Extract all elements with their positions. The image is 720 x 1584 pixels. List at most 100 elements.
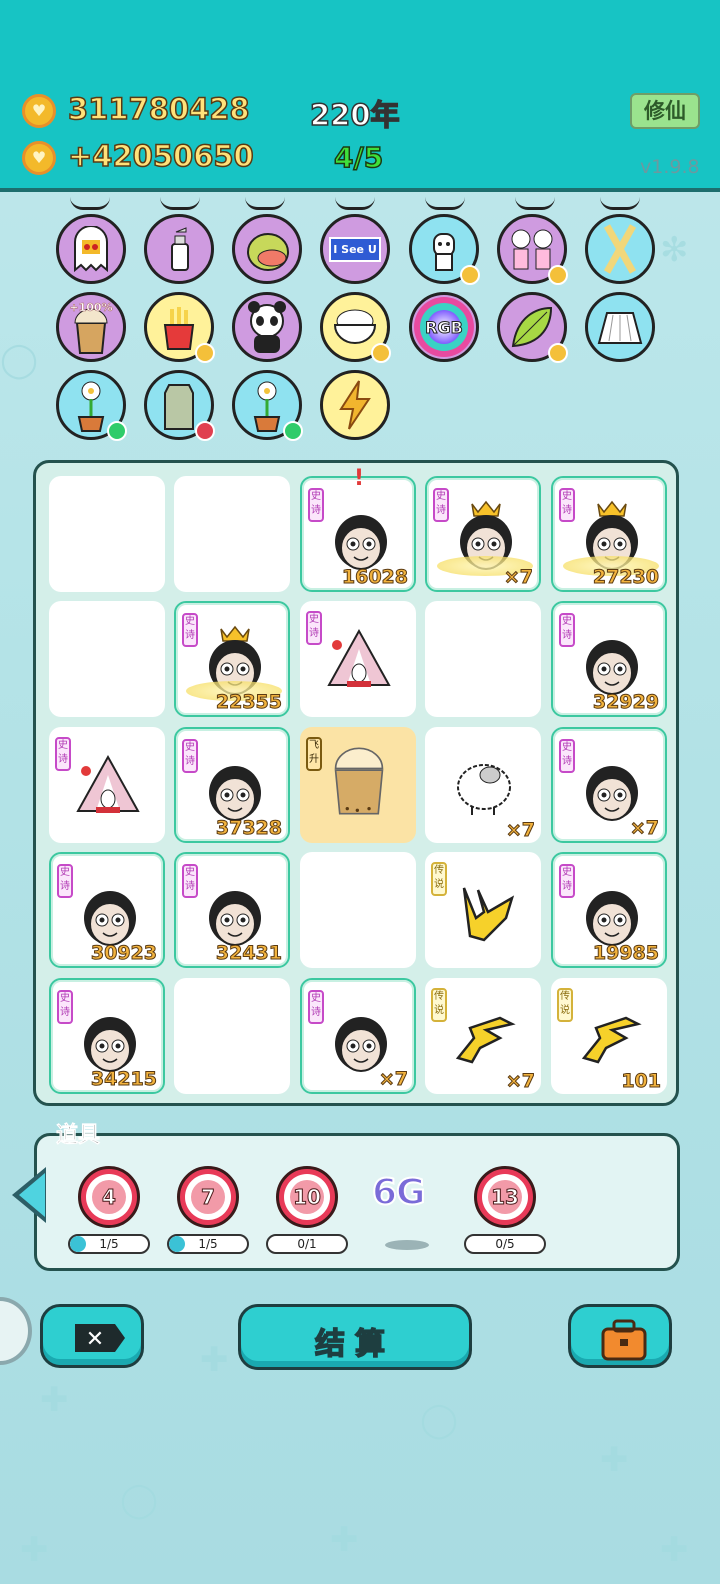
rarity-tag: 史诗 (308, 990, 324, 1024)
cell-value: 32431 (215, 942, 282, 965)
prop-progress-bar: 1/5 (167, 1234, 249, 1254)
item-rgb-ball[interactable]: RGB (409, 292, 479, 362)
bg-cross-icon: ✚ (600, 1440, 629, 1480)
partial-item-icon (600, 197, 640, 210)
empty-cell[interactable] (425, 601, 541, 717)
briefcase-icon (601, 1319, 647, 1361)
cultivate-button[interactable]: 修仙 (630, 93, 700, 129)
empty-cell[interactable] (174, 978, 290, 1094)
item-potted-flower[interactable] (56, 370, 127, 441)
heart-badge (548, 265, 568, 285)
face-icon (586, 766, 638, 821)
item-potted-flower[interactable] (232, 370, 303, 441)
side-menu-button[interactable] (0, 1297, 32, 1365)
target-ring: 4 (86, 1174, 132, 1220)
leaf-icon (511, 306, 553, 348)
rarity-tag: 史诗 (559, 739, 575, 773)
6g-shadow (385, 1240, 429, 1250)
husky-dog-icon (433, 233, 455, 271)
target-prop-7[interactable]: 7 (177, 1166, 239, 1228)
board-cell-hand2[interactable]: 传说 101 (551, 978, 667, 1094)
board-cell-face[interactable]: 史诗! 16028 (300, 466, 416, 592)
item-rice-sack[interactable] (144, 370, 215, 441)
props-label: 道具 (56, 1123, 101, 1149)
bag-button[interactable] (568, 1304, 672, 1368)
rarity-tag: 飞升 (306, 737, 322, 771)
board-cell-face[interactable]: 史诗 32929 (551, 601, 667, 717)
pointing-hand-icon (455, 1016, 516, 1064)
couple-figures-icon (511, 229, 553, 270)
6g-prop[interactable]: 6G (371, 1171, 427, 1214)
rarity-tag: 传说 (431, 988, 447, 1022)
board-cell-face[interactable]: 史诗 34215 (49, 978, 165, 1094)
progress-text: 1/5 (198, 1237, 218, 1251)
board-cell-face[interactable]: 史诗 19985 (551, 852, 667, 968)
item-husky-dog[interactable] (409, 214, 480, 285)
item-milk-tea-cup[interactable]: +100% (56, 292, 126, 362)
board-cell-face[interactable]: 史诗 30923 (49, 852, 165, 968)
item-i-see-u-sign[interactable]: I See U (320, 214, 390, 284)
cell-value: ×7 (629, 817, 659, 840)
item-rice-bowl[interactable] (320, 292, 391, 363)
target-prop-13[interactable]: 13 (474, 1166, 536, 1228)
pleated-skirt-icon (597, 312, 643, 344)
item-couple-figures[interactable] (497, 214, 568, 285)
board-cell-face-crown[interactable]: 史诗 22355 (174, 601, 290, 717)
empty-cell[interactable] (49, 476, 165, 592)
bg-snowflake-icon: ✻ (660, 230, 689, 270)
item-crossed-sticks[interactable] (585, 214, 655, 284)
board-cell-face[interactable]: 史诗 32431 (174, 852, 290, 968)
red-badge (195, 421, 215, 441)
board-cell-hand[interactable]: 传说 (425, 852, 541, 968)
item-panda[interactable] (232, 292, 302, 362)
face-icon (209, 891, 261, 946)
rock-hand-icon (462, 887, 515, 942)
board-cell-cup[interactable]: 飞升 (300, 727, 416, 843)
cell-value: 32929 (592, 691, 659, 714)
face-icon (335, 515, 387, 570)
lives-counter: 4/5 (333, 140, 384, 175)
target-number: 10 (290, 1180, 324, 1214)
settle-button[interactable]: 结算 (238, 1304, 472, 1370)
rarity-tag: 传说 (431, 862, 447, 896)
board-cell-sheep[interactable]: ×7 (425, 727, 541, 843)
board-cell-face-crown[interactable]: 史诗 27230 (551, 476, 667, 592)
item-spray-bottle[interactable] (144, 214, 214, 284)
item-ghost[interactable] (56, 214, 126, 284)
item-label: I See U (329, 236, 381, 262)
target-prop-4[interactable]: 4 (78, 1166, 140, 1228)
board-cell-tent[interactable]: 史诗 (300, 601, 416, 717)
empty-cell[interactable] (49, 601, 165, 717)
coin-income: +42050650 (67, 138, 254, 174)
discard-button[interactable]: ✕ (40, 1304, 144, 1368)
cell-value: ×7 (505, 1070, 535, 1093)
close-tag-icon: ✕ (75, 1324, 125, 1352)
board-cell-face[interactable]: 史诗 37328 (174, 727, 290, 843)
empty-cell[interactable] (300, 852, 416, 968)
top-status-bar: ♥ 311780428 ♥ +42050650 220年 4/5 修仙 v1.9… (0, 0, 720, 192)
empty-cell[interactable] (174, 476, 290, 592)
target-prop-10[interactable]: 10 (276, 1166, 338, 1228)
target-number: 13 (488, 1180, 522, 1214)
item-leaf[interactable] (497, 292, 568, 363)
rarity-tag: 史诗 (55, 737, 71, 771)
item-pleated-skirt[interactable] (585, 292, 655, 362)
heart-badge (548, 343, 568, 363)
cell-value: 34215 (90, 1068, 157, 1091)
board-cell-face-crown[interactable]: 史诗 ×7 (425, 476, 541, 592)
item-lightning[interactable] (320, 370, 390, 440)
board-cell-hand2[interactable]: 传说 ×7 (425, 978, 541, 1094)
partial-item-icon (425, 197, 465, 210)
rarity-tag: 史诗 (433, 488, 449, 522)
cell-value: ×7 (503, 566, 533, 589)
bg-cross-icon: ✚ (660, 1530, 689, 1570)
crossed-sticks-icon (603, 224, 637, 274)
board-cell-face[interactable]: 史诗 ×7 (300, 978, 416, 1094)
item-french-fries[interactable] (144, 292, 215, 363)
item-pomelo[interactable] (232, 214, 302, 284)
board-cell-tent[interactable]: 史诗 (49, 727, 165, 843)
bg-ring-icon: ◯ (0, 340, 39, 380)
rarity-tag: 史诗 (182, 613, 198, 647)
board-cell-face[interactable]: 史诗 ×7 (551, 727, 667, 843)
rabbit-tent-icon (76, 754, 140, 813)
